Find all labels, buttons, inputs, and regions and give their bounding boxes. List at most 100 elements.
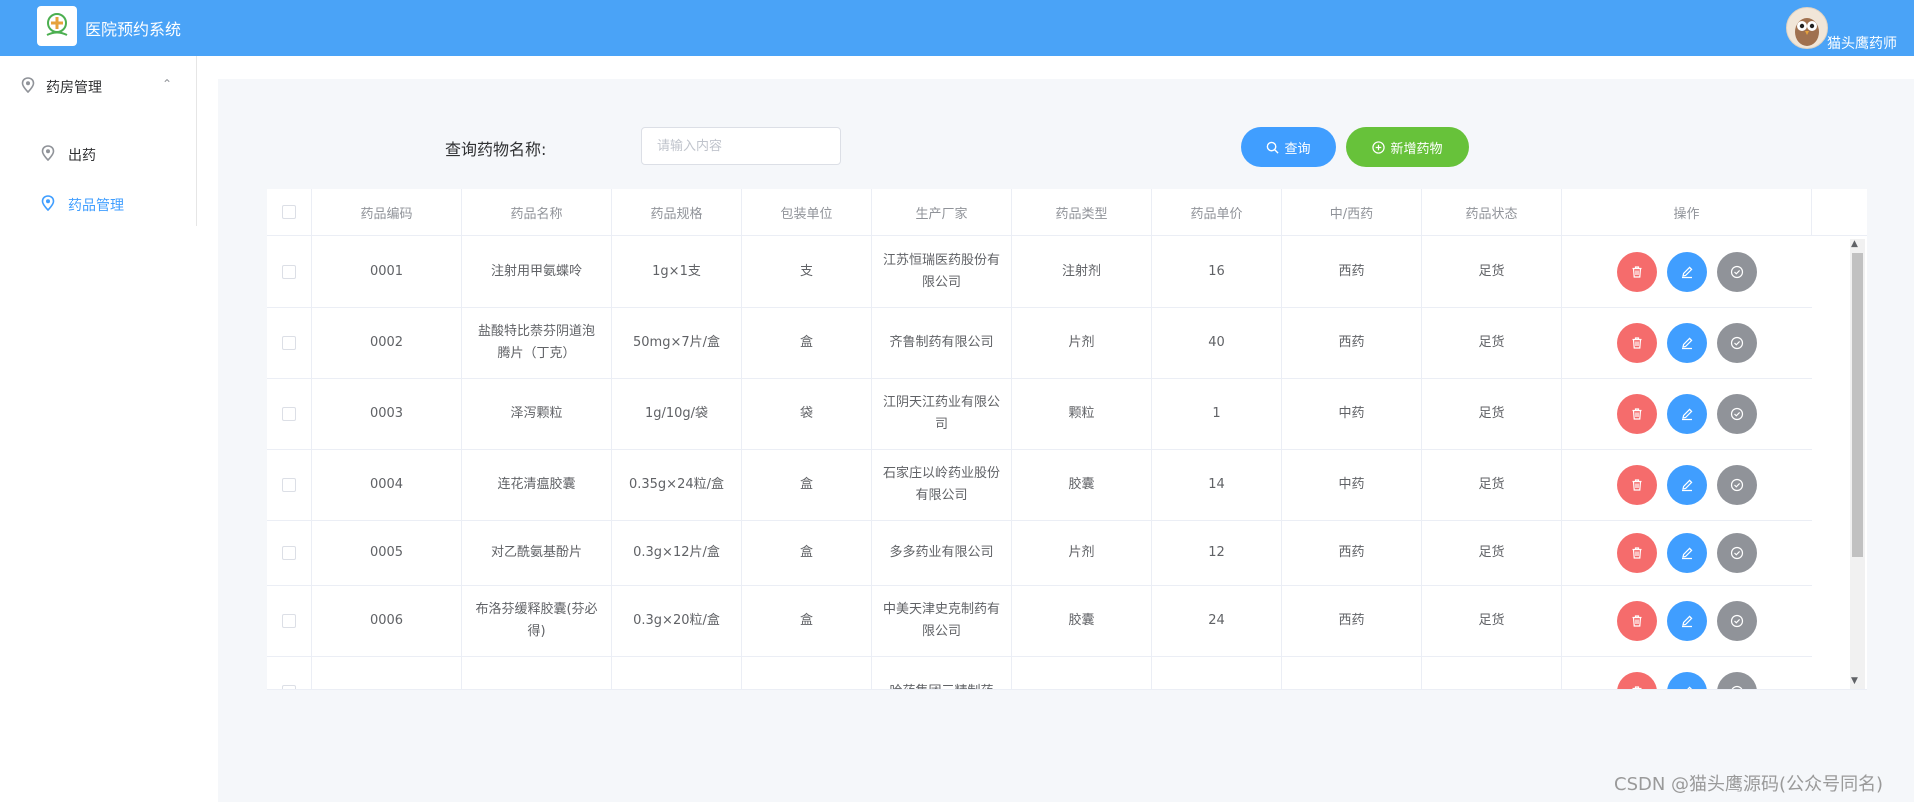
- column-header: 药品规格: [612, 189, 742, 236]
- location-icon: [41, 145, 55, 161]
- edit-button[interactable]: [1667, 671, 1707, 689]
- delete-icon: [1630, 478, 1644, 492]
- toggle-status-button[interactable]: [1717, 600, 1757, 641]
- cell-unit: 袋: [742, 378, 872, 449]
- row-select-cell: [267, 656, 312, 689]
- row-actions: [1562, 656, 1812, 689]
- cell-unit: 盒: [742, 307, 872, 378]
- sidebar-group-label: 药房管理: [46, 80, 102, 96]
- cell-status: 足货: [1422, 585, 1562, 656]
- cell-code: 0003: [312, 378, 462, 449]
- cell-code: 0001: [312, 236, 462, 307]
- search-icon: [1267, 141, 1280, 154]
- cell-status: 足货: [1422, 236, 1562, 307]
- cell-maker: 齐鲁制药有限公司: [872, 307, 1012, 378]
- row-checkbox[interactable]: [282, 684, 296, 689]
- table-scrollbar-thumb[interactable]: [1852, 253, 1863, 557]
- cell-unit: 盒: [742, 585, 872, 656]
- header-select-all[interactable]: [267, 189, 312, 236]
- sidebar-item-dispense[interactable]: 出药: [0, 128, 196, 178]
- cell-maker: 中美天津史克制药有限公司: [872, 585, 1012, 656]
- table-row: 0002 盐酸特比萘芬阴道泡腾片（丁克） 50mg×7片/盒盒齐鲁制药有限公司 片剂 4…: [267, 307, 1812, 379]
- edit-button[interactable]: [1667, 464, 1707, 505]
- row-actions: [1562, 585, 1812, 656]
- cell-spec: 50mg×7片/盒: [612, 307, 742, 378]
- toggle-status-button[interactable]: [1717, 393, 1757, 434]
- cell-code: 0005: [312, 520, 462, 585]
- cell-spec: 0.35g×24粒/盒: [612, 449, 742, 520]
- select-all-checkbox[interactable]: [282, 205, 296, 219]
- scroll-up-icon[interactable]: ▲: [1851, 239, 1858, 249]
- top-bar: 医院预约系统 猫头鹰药师: [0, 0, 1914, 56]
- check-circle-icon: [1730, 265, 1744, 279]
- column-header: 包装单位: [742, 189, 872, 236]
- avatar[interactable]: [1786, 7, 1828, 49]
- edit-button[interactable]: [1667, 251, 1707, 292]
- watermark: CSDN @猫头鹰源码(公众号同名): [1614, 774, 1884, 795]
- table-row: 0003 泽泻颗粒 1g/10g/袋袋江阴天江药业有限公司 颗粒 1 中药 足货: [267, 378, 1812, 450]
- scroll-down-icon[interactable]: ▼: [1851, 676, 1858, 686]
- username[interactable]: 猫头鹰药师: [1827, 33, 1897, 53]
- edit-icon: [1680, 336, 1694, 350]
- row-checkbox[interactable]: [282, 335, 296, 350]
- check-circle-icon: [1730, 336, 1744, 350]
- sidebar-item-drug-management[interactable]: 药品管理: [0, 178, 196, 228]
- cell-name: 连花清瘟胶囊: [462, 449, 612, 520]
- check-circle-icon: [1730, 685, 1744, 689]
- toggle-status-button[interactable]: [1717, 251, 1757, 292]
- edit-icon: [1680, 614, 1694, 628]
- column-header: 药品名称: [462, 189, 612, 236]
- row-select-cell: [267, 378, 312, 449]
- delete-button[interactable]: [1617, 464, 1657, 505]
- edit-button[interactable]: [1667, 532, 1707, 573]
- edit-button[interactable]: [1667, 393, 1707, 434]
- row-checkbox[interactable]: [282, 477, 296, 492]
- toggle-status-button[interactable]: [1717, 464, 1757, 505]
- delete-button[interactable]: [1617, 600, 1657, 641]
- cell-category: 西药: [1282, 307, 1422, 378]
- delete-button[interactable]: [1617, 671, 1657, 689]
- row-select-cell: [267, 585, 312, 656]
- sidebar-group-pharmacy[interactable]: 药房管理 ⌃: [0, 56, 196, 114]
- cell-category: 中药: [1282, 449, 1422, 520]
- cell-price: 40: [1152, 307, 1282, 378]
- row-checkbox[interactable]: [282, 264, 296, 279]
- row-checkbox[interactable]: [282, 545, 296, 560]
- delete-icon: [1630, 265, 1644, 279]
- check-circle-icon: [1730, 614, 1744, 628]
- row-checkbox[interactable]: [282, 406, 296, 421]
- row-checkbox[interactable]: [282, 613, 296, 628]
- cell-type: 胶囊: [1012, 449, 1152, 520]
- table-row: 哈药集团三精制药: [267, 656, 1812, 689]
- delete-button[interactable]: [1617, 532, 1657, 573]
- edit-button[interactable]: [1667, 600, 1707, 641]
- toggle-status-button[interactable]: [1717, 671, 1757, 689]
- query-button[interactable]: 查询: [1241, 127, 1336, 167]
- column-header: 药品编码: [312, 189, 462, 236]
- chevron-up-icon: ⌃: [162, 77, 173, 91]
- row-select-cell: [267, 236, 312, 307]
- check-circle-icon: [1730, 407, 1744, 421]
- edit-icon: [1680, 546, 1694, 560]
- drug-table: 药品编码 药品名称 药品规格 包装单位 生产厂家 药品类型 药品单价 中/西药 …: [267, 189, 1867, 690]
- row-actions: [1562, 307, 1812, 378]
- delete-button[interactable]: [1617, 393, 1657, 434]
- cell-spec: 0.3g×12片/盒: [612, 520, 742, 585]
- cell-category: 西药: [1282, 520, 1422, 585]
- delete-icon: [1630, 546, 1644, 560]
- cell-code: 0004: [312, 449, 462, 520]
- delete-button[interactable]: [1617, 251, 1657, 292]
- delete-button[interactable]: [1617, 322, 1657, 363]
- toggle-status-button[interactable]: [1717, 532, 1757, 573]
- add-drug-button[interactable]: 新增药物: [1346, 127, 1469, 167]
- cell-name: 注射用甲氨蝶呤: [462, 236, 612, 307]
- header-gutter: [1812, 189, 1867, 236]
- cell-category: 西药: [1282, 236, 1422, 307]
- toggle-status-button[interactable]: [1717, 322, 1757, 363]
- search-label: 查询药物名称:: [445, 140, 547, 159]
- edit-button[interactable]: [1667, 322, 1707, 363]
- cell-type: 片剂: [1012, 520, 1152, 585]
- cell-category: 西药: [1282, 585, 1422, 656]
- row-select-cell: [267, 449, 312, 520]
- search-input[interactable]: [641, 127, 841, 165]
